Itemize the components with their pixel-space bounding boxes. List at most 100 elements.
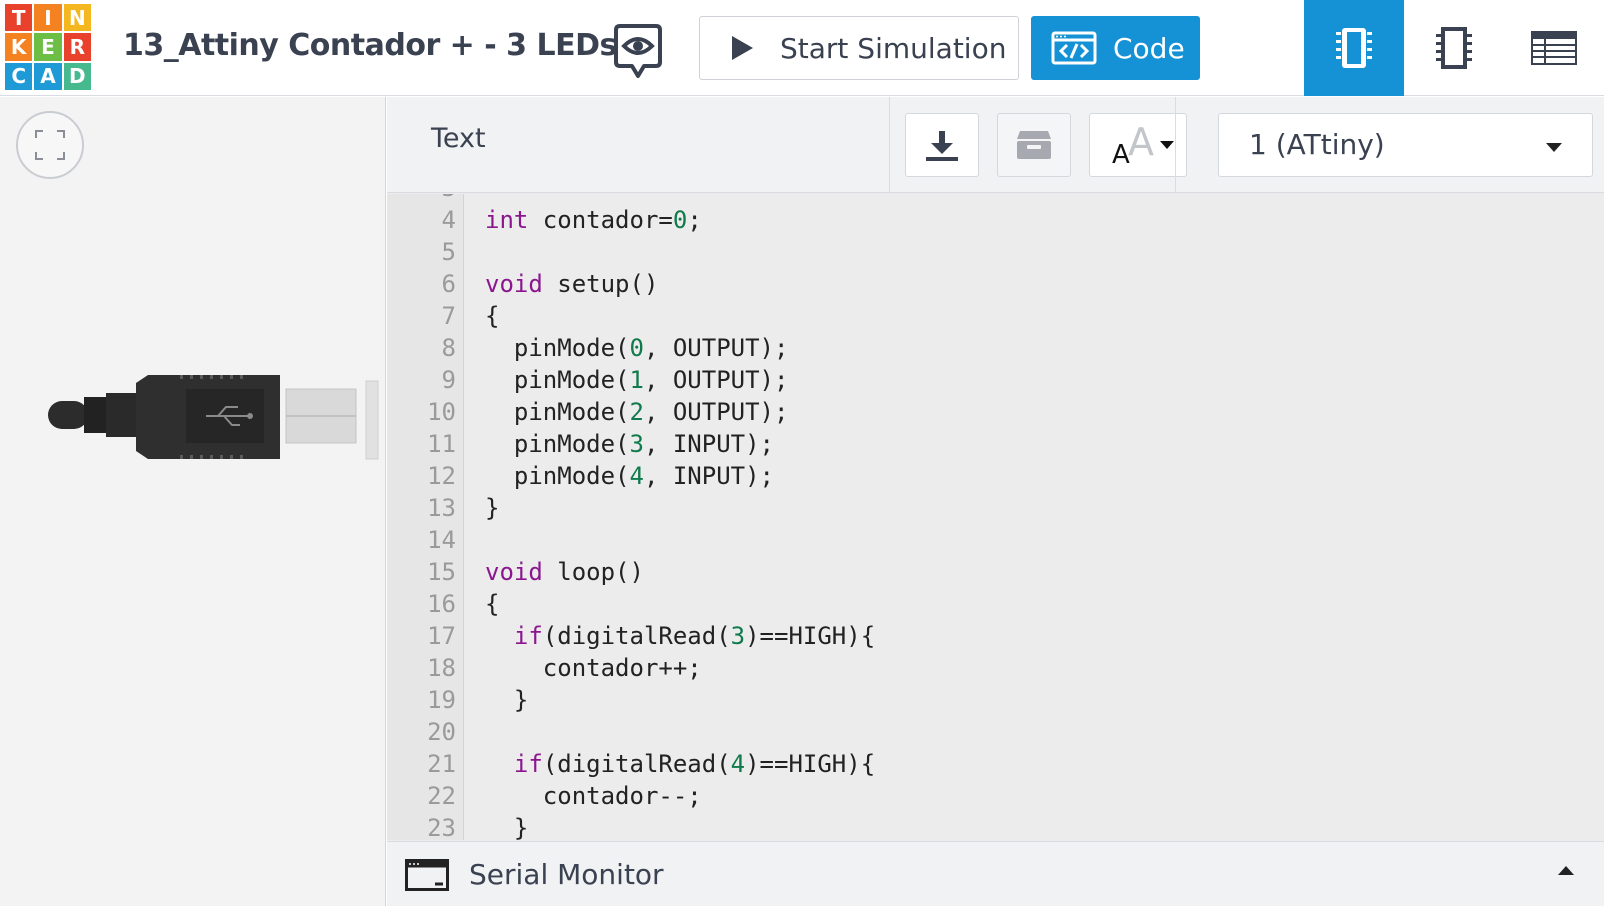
code-panel: Text A A 1 (ATtiny) 4 int contador=0; 5 … — [387, 97, 1604, 906]
download-code-button[interactable] — [905, 113, 979, 177]
libraries-button[interactable] — [997, 113, 1071, 177]
code-token: pinMode( — [485, 398, 630, 426]
code-text: { — [485, 588, 499, 620]
logo-letter: C — [5, 62, 33, 90]
code-token: , OUTPUT); — [643, 334, 789, 362]
code-line[interactable]: 17 if(digitalRead(3)==HIGH){ — [387, 620, 1604, 652]
line-number: 5 — [441, 238, 456, 266]
editor-mode-label[interactable]: Text — [431, 123, 486, 154]
code-line[interactable]: 7{ — [387, 300, 1604, 332]
line-number: 20 — [427, 718, 456, 746]
circuit-canvas[interactable] — [0, 97, 386, 906]
code-text: pinMode(4, INPUT); — [485, 460, 774, 492]
line-number: 16 — [427, 590, 456, 618]
logo-letter: T — [5, 4, 33, 32]
code-token: contador--; — [485, 782, 702, 810]
code-line[interactable]: 21 if(digitalRead(4)==HIGH){ — [387, 748, 1604, 780]
line-number: 21 — [427, 750, 456, 778]
code-token: pinMode( — [485, 334, 630, 362]
code-number: 4 — [730, 750, 746, 778]
font-size-button[interactable]: A A — [1089, 113, 1187, 177]
code-line[interactable]: 14 — [387, 524, 1604, 556]
code-text: contador--; — [485, 780, 702, 812]
device-select-value: 1 (ATtiny) — [1249, 128, 1385, 161]
terminal-window-icon — [405, 859, 449, 891]
line-number: 17 — [427, 622, 456, 650]
toolbar-divider — [889, 97, 890, 193]
serial-monitor-label: Serial Monitor — [469, 858, 664, 891]
fit-view-button[interactable] — [16, 111, 84, 179]
code-line[interactable]: 12 pinMode(4, INPUT); — [387, 460, 1604, 492]
code-token: (digitalRead( — [542, 750, 731, 778]
code-text: pinMode(2, OUTPUT); — [485, 396, 789, 428]
code-token: } — [485, 814, 529, 840]
code-line[interactable]: 23 } — [387, 812, 1604, 840]
logo-letter: K — [5, 33, 33, 61]
code-keyword: if — [513, 622, 543, 650]
chevron-up-icon[interactable] — [1558, 866, 1574, 875]
code-toolbar: Text A A 1 (ATtiny) — [387, 97, 1604, 193]
code-line[interactable]: 13} — [387, 492, 1604, 524]
code-keyword: void — [485, 270, 543, 298]
tinkercad-logo[interactable]: TIN KER CAD — [5, 4, 91, 90]
code-token: { — [485, 302, 500, 330]
device-select[interactable]: 1 (ATtiny) — [1218, 113, 1593, 177]
line-number: 18 — [427, 654, 456, 682]
code-number: 0 — [629, 334, 644, 362]
code-line[interactable]: 18 contador++; — [387, 652, 1604, 684]
code-line[interactable]: 4 int contador=0; — [387, 204, 1604, 236]
code-line[interactable]: 3 — [387, 194, 1604, 204]
code-button[interactable]: Code — [1031, 16, 1200, 80]
line-number: 10 — [427, 398, 456, 426]
code-line[interactable]: 11 pinMode(3, INPUT); — [387, 428, 1604, 460]
code-token: pinMode( — [485, 430, 630, 458]
code-line[interactable]: 9 pinMode(1, OUTPUT); — [387, 364, 1604, 396]
project-title[interactable]: 13_Attiny Contador + - 3 LEDs — [123, 28, 617, 63]
code-text: pinMode(1, OUTPUT); — [485, 364, 789, 396]
code-window-icon — [1051, 31, 1097, 65]
serial-monitor-bar[interactable]: Serial Monitor — [387, 841, 1604, 906]
code-token: setup() — [542, 270, 659, 298]
code-number: 1 — [629, 366, 644, 394]
code-line[interactable]: 6 void setup() — [387, 268, 1604, 300]
code-token: } — [485, 686, 529, 714]
component-list-button[interactable] — [1504, 0, 1604, 96]
share-button[interactable] — [612, 22, 664, 80]
breadboard-icon — [1336, 28, 1372, 68]
code-line[interactable]: 16 { — [387, 588, 1604, 620]
logo-letter: E — [34, 33, 62, 61]
play-icon — [732, 36, 753, 60]
code-line[interactable]: 8 pinMode(0, OUTPUT); — [387, 332, 1604, 364]
code-line[interactable]: 19 } — [387, 684, 1604, 716]
start-simulation-button[interactable]: Start Simulation — [699, 16, 1019, 80]
code-line[interactable]: 10 pinMode(2, OUTPUT); — [387, 396, 1604, 428]
code-editor[interactable]: 34int contador=0;56void setup()7{8 pinMo… — [387, 194, 1604, 840]
code-line[interactable]: 22 contador--; — [387, 780, 1604, 812]
code-token: } — [485, 494, 500, 522]
code-text: if(digitalRead(4)==HIGH){ — [485, 748, 875, 780]
usb-cable[interactable] — [46, 375, 386, 467]
breadboard-view-button[interactable] — [1304, 0, 1404, 96]
line-number: 19 — [427, 686, 456, 714]
line-number: 13 — [427, 494, 456, 522]
svg-text:A: A — [1128, 125, 1154, 164]
code-token: , OUTPUT); — [643, 366, 789, 394]
code-text: } — [485, 812, 528, 840]
code-line[interactable]: 20 — [387, 716, 1604, 748]
schematic-view-button[interactable] — [1404, 0, 1504, 96]
code-text: void setup() — [485, 268, 658, 300]
library-box-icon — [1017, 131, 1051, 159]
code-line[interactable]: 15 void loop() — [387, 556, 1604, 588]
code-number: 2 — [629, 398, 644, 426]
code-text: contador++; — [485, 652, 702, 684]
logo-letter: A — [34, 62, 62, 90]
code-line[interactable]: 5 — [387, 236, 1604, 268]
code-token: )==HIGH){ — [745, 622, 876, 650]
download-icon — [926, 131, 958, 161]
code-token: )==HIGH){ — [745, 750, 876, 778]
line-number: 7 — [441, 302, 456, 330]
logo-letter: D — [63, 62, 91, 90]
line-number: 3 — [387, 194, 456, 204]
font-size-icon: A A — [1112, 125, 1174, 165]
